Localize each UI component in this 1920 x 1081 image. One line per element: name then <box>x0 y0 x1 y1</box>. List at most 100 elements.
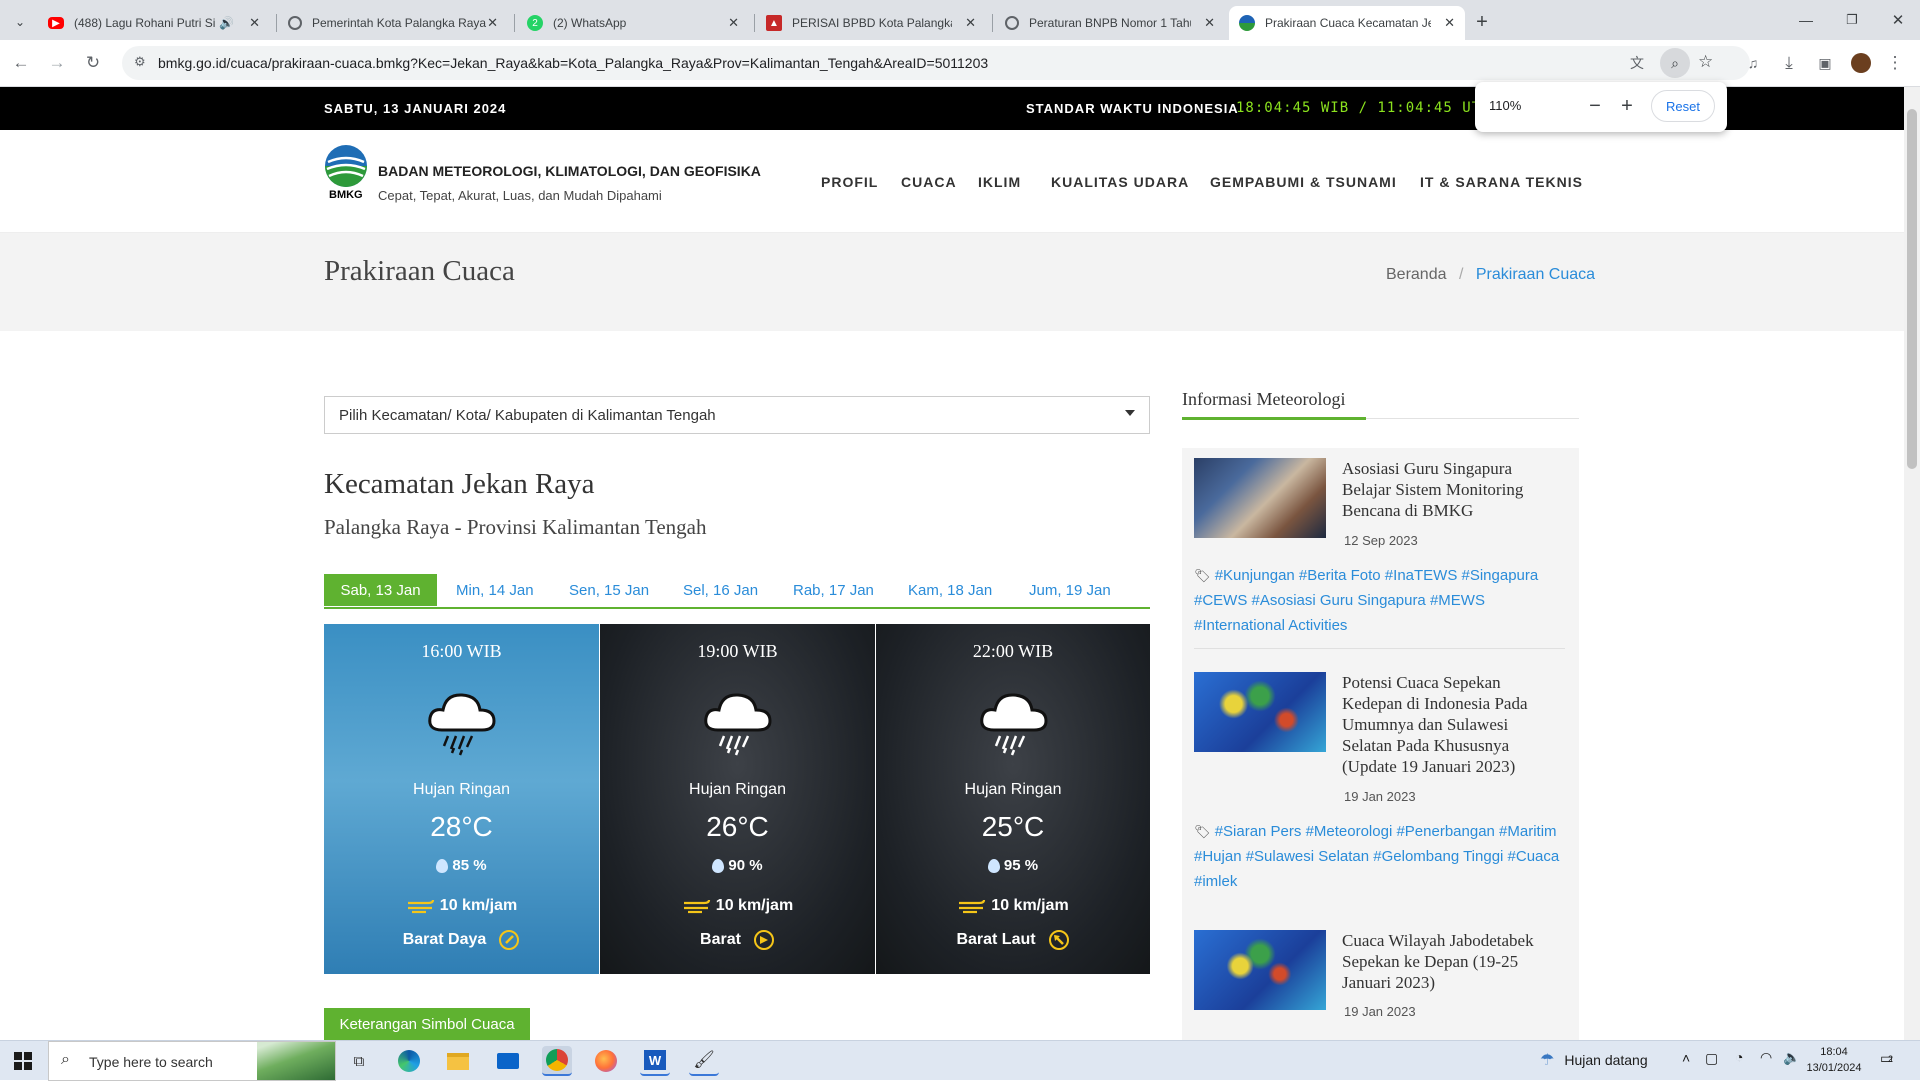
weather-widget[interactable]: ☂ Hujan datang <box>1540 1050 1648 1070</box>
notification-center-icon[interactable]: ▭ 2 <box>1880 1050 1893 1067</box>
browser-tab-youtube[interactable]: ▶ (488) Lagu Rohani Putri Siagian 🔊 ✕ <box>38 6 270 40</box>
forecast-temperature: 25°C <box>981 811 1045 842</box>
tab-search-button[interactable]: ⌄ <box>8 10 32 34</box>
back-button[interactable]: ← <box>6 48 36 78</box>
breadcrumb-home[interactable]: Beranda <box>1386 266 1447 283</box>
url-text: bmkg.go.id/cuaca/prakiraan-cuaca.bmkg?Ke… <box>158 55 989 71</box>
taskbar-search-box[interactable]: ⌕ Type here to search <box>48 1041 336 1081</box>
windows-start-icon[interactable] <box>8 1046 38 1076</box>
side-panel-icon[interactable]: ▣ <box>1810 48 1840 78</box>
tab-title: (2) WhatsApp <box>553 16 627 30</box>
zoom-icon[interactable]: ⌕ <box>1660 48 1690 78</box>
article-thumbnail[interactable] <box>1194 930 1326 1010</box>
compass-west-icon <box>753 930 774 950</box>
bookmark-star-icon[interactable]: ☆ <box>1698 52 1713 72</box>
taskbar-clock[interactable]: 18:04 13/01/2024 <box>1800 1044 1868 1076</box>
firefox-icon[interactable] <box>591 1046 621 1076</box>
tag-icon: 🏷 <box>1194 824 1211 839</box>
wind-icon <box>407 899 434 914</box>
close-tab-icon[interactable]: ✕ <box>1444 15 1455 31</box>
avatar[interactable] <box>1846 48 1876 78</box>
taskbar-search-placeholder: Type here to search <box>89 1054 213 1070</box>
article-title[interactable]: Cuaca Wilayah Jabodetabek Sepekan ke Dep… <box>1342 930 1562 993</box>
district-heading: Kecamatan Jekan Raya <box>324 468 595 500</box>
tab-day-kam[interactable]: Kam, 18 Jan <box>892 574 1008 606</box>
tray-onedrive-icon[interactable]: ▢ <box>1705 1050 1718 1067</box>
file-explorer-icon[interactable] <box>443 1046 473 1076</box>
speaker-icon: 🔊 <box>219 16 234 30</box>
zoom-reset-button[interactable]: Reset <box>1651 90 1715 122</box>
translate-icon[interactable]: 文 <box>1630 53 1644 73</box>
close-tab-icon[interactable]: ✕ <box>487 15 498 31</box>
tray-wifi-icon[interactable]: ◠ <box>1760 1049 1772 1066</box>
browser-toolbar: ← → ↻ ⚙ bmkg.go.id/cuaca/prakiraan-cuaca… <box>0 40 1920 87</box>
browser-tab-pemkot[interactable]: Pemerintah Kota Palangka Raya ✕ <box>278 6 508 40</box>
nav-kualitas-udara[interactable]: KUALITAS UDARA <box>1051 174 1189 190</box>
close-tab-icon[interactable]: ✕ <box>728 15 739 31</box>
close-tab-icon[interactable]: ✕ <box>965 15 976 31</box>
wind-row: 10 km/jam <box>600 897 875 915</box>
chrome-icon[interactable] <box>542 1046 572 1076</box>
district-select[interactable]: Pilih Kecamatan/ Kota/ Kabupaten di Kali… <box>324 396 1150 434</box>
browser-tab-strip: ⌄ ▶ (488) Lagu Rohani Putri Siagian 🔊 ✕ … <box>0 0 1920 40</box>
tray-volume-icon[interactable]: 🔈 <box>1783 1049 1800 1066</box>
browser-tab-bpbd[interactable]: ▲ PERISAI BPBD Kota Palangka Raya ✕ <box>756 6 986 40</box>
tab-day-sen[interactable]: Sen, 15 Jan <box>553 574 665 606</box>
tag-list[interactable]: #Kunjungan #Berita Foto #InaTEWS #Singap… <box>1194 567 1538 634</box>
zoom-out-button[interactable]: − <box>1581 92 1609 120</box>
tray-network-icon[interactable]: ◔ <box>1735 1049 1743 1065</box>
task-view-icon[interactable]: ⧉ <box>344 1046 374 1076</box>
browser-tab-bmkg[interactable]: Prakiraan Cuaca Kecamatan Jekan ✕ <box>1229 6 1465 40</box>
weather-status-text: Hujan datang <box>1564 1052 1648 1068</box>
minimize-button[interactable]: — <box>1792 6 1820 34</box>
address-bar[interactable]: ⚙ bmkg.go.id/cuaca/prakiraan-cuaca.bmkg?… <box>122 46 1750 80</box>
reload-button[interactable]: ↻ <box>78 48 108 78</box>
tag-list[interactable]: #Siaran Pers #Meteorologi #Penerbangan #… <box>1194 823 1559 890</box>
breadcrumb: Beranda / Prakiraan Cuaca <box>1386 266 1595 284</box>
forecast-time: 22:00 WIB <box>972 641 1054 661</box>
scrollbar-thumb[interactable] <box>1907 109 1917 469</box>
notification-count: 2 <box>1888 1054 1894 1064</box>
article-title[interactable]: Asosiasi Guru Singapura Belajar Sistem M… <box>1342 458 1562 521</box>
bmkg-logo[interactable]: BMKG <box>324 144 368 202</box>
mail-icon[interactable] <box>493 1046 523 1076</box>
forecast-card: 16:00 WIB Hujan Ringan 28°C 85 % 10 km/j… <box>324 624 599 974</box>
article-item: Cuaca Wilayah Jabodetabek Sepekan ke Dep… <box>1194 930 1565 1040</box>
media-control-icon[interactable]: ♫ <box>1738 48 1768 78</box>
new-tab-button[interactable]: + <box>1470 10 1494 34</box>
weather-symbol-legend-button[interactable]: Keterangan Simbol Cuaca <box>324 1008 530 1040</box>
nav-iklim[interactable]: IKLIM <box>978 174 1021 190</box>
browser-tab-bnpb[interactable]: Peraturan BNPB Nomor 1 Tahun ✕ <box>995 6 1225 40</box>
article-title[interactable]: Potensi Cuaca Sepekan Kedepan di Indones… <box>1342 672 1552 777</box>
tab-title: Prakiraan Cuaca Kecamatan Jekan <box>1265 16 1431 30</box>
tray-chevron-icon[interactable]: ˄ <box>1682 1050 1690 1066</box>
dropdown-arrow-icon <box>1125 410 1135 416</box>
paint-icon[interactable]: 🖌 <box>689 1046 719 1076</box>
menu-icon[interactable]: ⋮ <box>1880 48 1910 78</box>
nav-it-sarana-teknis[interactable]: IT & SARANA TEKNIS <box>1420 174 1583 190</box>
close-tab-icon[interactable]: ✕ <box>249 15 260 31</box>
sidebar-heading: Informasi Meteorologi <box>1182 389 1346 409</box>
forecast-wind-direction: Barat <box>700 931 741 948</box>
nav-profil[interactable]: PROFIL <box>821 174 878 190</box>
restore-button[interactable]: ❐ <box>1838 6 1866 34</box>
tab-day-min[interactable]: Min, 14 Jan <box>440 574 550 606</box>
nav-gempabumi-tsunami[interactable]: GEMPABUMI & TSUNAMI <box>1210 174 1397 190</box>
page-scrollbar[interactable] <box>1904 87 1920 1040</box>
article-thumbnail[interactable] <box>1194 672 1326 752</box>
zoom-in-button[interactable]: + <box>1613 92 1641 120</box>
site-info-icon[interactable]: ⚙ <box>134 54 146 70</box>
download-icon[interactable]: ⤓ <box>1774 48 1804 78</box>
nav-cuaca[interactable]: CUACA <box>901 174 957 190</box>
word-icon[interactable]: W <box>640 1046 670 1076</box>
browser-tab-whatsapp[interactable]: 2 (2) WhatsApp ✕ <box>517 6 749 40</box>
tab-day-sab[interactable]: Sab, 13 Jan <box>324 574 437 606</box>
tab-day-sel[interactable]: Sel, 16 Jan <box>667 574 774 606</box>
close-window-button[interactable]: ✕ <box>1884 6 1912 34</box>
article-thumbnail[interactable] <box>1194 458 1326 538</box>
edge-browser-icon[interactable] <box>394 1046 424 1076</box>
tab-day-jum[interactable]: Jum, 19 Jan <box>1013 574 1127 606</box>
tab-day-rab[interactable]: Rab, 17 Jan <box>777 574 890 606</box>
forward-button[interactable]: → <box>42 48 72 78</box>
close-tab-icon[interactable]: ✕ <box>1204 15 1215 31</box>
